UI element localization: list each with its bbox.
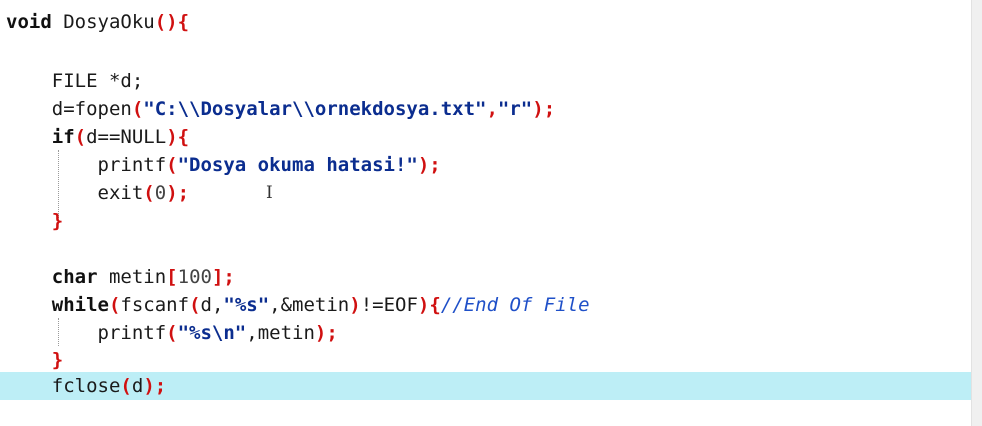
paren-close: )	[143, 375, 155, 397]
semicolon: ;	[326, 322, 338, 344]
keyword-while: while	[51, 294, 109, 316]
string-path: "C:\\Dosyalar\\ornekdosya.txt"	[143, 98, 487, 120]
paren-close: )	[166, 126, 178, 148]
paren-close: )	[349, 294, 361, 316]
code-line-4[interactable]: d=fopen("C:\\Dosyalar\\ornekdosya.txt","…	[6, 95, 555, 123]
keyword-char: char	[51, 266, 98, 288]
paren-close: )	[166, 11, 178, 33]
paren-open: (	[189, 294, 201, 316]
printf-call: printf	[97, 322, 167, 344]
keyword-void: void	[6, 11, 52, 33]
semicolon: ;	[543, 98, 556, 120]
code-line-3[interactable]: FILE *d;	[6, 67, 144, 95]
bracket-close: ]	[211, 266, 224, 288]
number: 100	[177, 266, 212, 288]
code-line-6[interactable]: printf("Dosya okuma hatasi!");	[6, 151, 441, 179]
fopen-call: d=fopen	[51, 98, 132, 120]
paren-close: )	[417, 294, 430, 316]
vertical-scrollbar[interactable]	[971, 0, 982, 426]
brace-open: {	[429, 294, 441, 316]
string-mode: "r"	[497, 98, 533, 120]
keyword-if: if	[51, 126, 75, 148]
printf-call: printf	[97, 154, 167, 176]
declaration: *d;	[97, 70, 144, 92]
paren-open: (	[166, 154, 178, 176]
semicolon: ;	[177, 182, 190, 204]
code-line-10[interactable]: char metin[100];	[6, 263, 235, 291]
fscanf-call: fscanf	[120, 294, 190, 316]
code-line-5[interactable]: if(d==NULL){	[6, 123, 189, 151]
paren-close: )	[417, 154, 430, 176]
type-file: FILE	[51, 70, 98, 92]
code-line-8[interactable]: }	[6, 207, 63, 235]
code-line-11[interactable]: while(fscanf(d,"%s",&metin)!=EOF){//End …	[6, 291, 590, 319]
code-line-1[interactable]: void DosyaOku(){	[6, 8, 189, 36]
string-format: "%s\n"	[177, 322, 247, 344]
argument: d	[131, 375, 144, 397]
paren-open: (	[74, 126, 87, 148]
comparison: !=EOF	[360, 294, 418, 316]
paren-open: (	[131, 98, 144, 120]
argument: ,metin	[246, 322, 315, 344]
code-line-13[interactable]: }	[6, 346, 63, 374]
paren-open: (	[108, 294, 121, 316]
string-error: "Dosya okuma hatasi!"	[177, 154, 418, 176]
string-format: "%s"	[223, 294, 270, 316]
paren-open: (	[154, 11, 167, 33]
code-line-7[interactable]: exit(0);	[6, 179, 190, 207]
brace-close: }	[51, 210, 64, 232]
paren-open: (	[120, 375, 132, 397]
semicolon: ;	[154, 375, 167, 397]
number: 0	[154, 182, 167, 204]
fclose-call: fclose	[51, 375, 121, 397]
paren-open: (	[166, 322, 178, 344]
brace-open: {	[177, 11, 190, 33]
variable-name: metin	[97, 266, 167, 288]
semicolon: ;	[223, 266, 235, 288]
paren-close: )	[532, 98, 544, 120]
code-line-12[interactable]: printf("%s\n",metin);	[6, 319, 338, 347]
brace-close: }	[51, 349, 64, 371]
function-name: DosyaOku	[51, 11, 155, 33]
comma: ,	[486, 98, 498, 120]
argument: d,	[200, 294, 224, 316]
brace-open: {	[177, 126, 190, 148]
bracket-open: [	[166, 266, 178, 288]
paren-close: )	[314, 322, 327, 344]
argument: ,&metin	[269, 294, 350, 316]
text-ibeam-icon: I	[266, 183, 273, 203]
exit-call: exit	[97, 182, 144, 204]
paren-close: )	[166, 182, 178, 204]
semicolon: ;	[429, 154, 441, 176]
condition: d==NULL	[86, 126, 167, 148]
code-editor[interactable]: void DosyaOku(){ FILE *d; d=fopen("C:\\D…	[0, 0, 982, 426]
comment: //End Of File	[440, 294, 590, 316]
paren-open: (	[143, 182, 155, 204]
code-line-14[interactable]: fclose(d);	[6, 372, 166, 400]
